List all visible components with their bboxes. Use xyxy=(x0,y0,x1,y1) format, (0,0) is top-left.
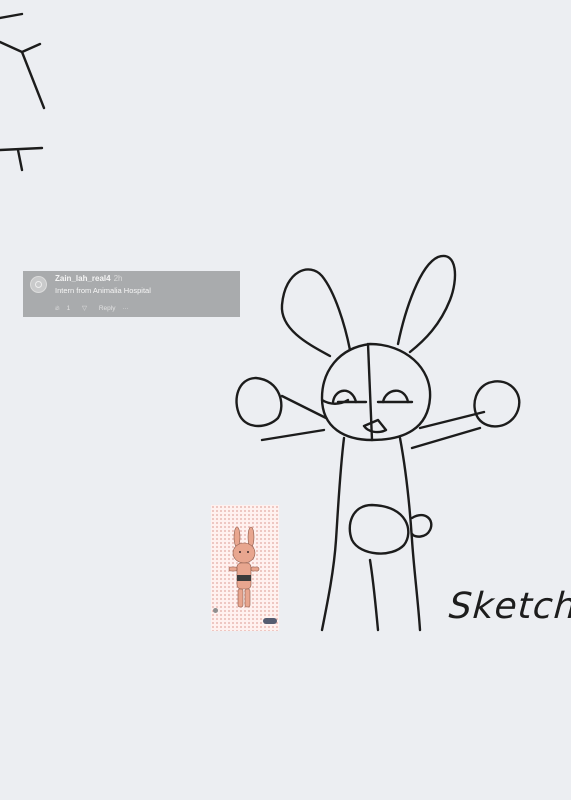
username-text: Zain_lah_real4 xyxy=(55,274,111,283)
thumbnail-avatar xyxy=(213,608,218,613)
sketch-label: Sketch xyxy=(447,586,571,627)
comment-timestamp: 2h xyxy=(113,274,123,283)
reference-thumbnail xyxy=(211,505,279,631)
comment-card: Zain_lah_real4 2h Intern from Animalia Ho… xyxy=(23,271,240,317)
comment-actions: 🔥︎ 1 ▽ Reply ··· xyxy=(55,304,134,313)
thumbs-down-icon: ▽ xyxy=(82,305,88,312)
avatar-icon[interactable] xyxy=(30,276,47,293)
like-button[interactable]: 🔥︎ 1 xyxy=(55,305,75,312)
bunny-figure-thumbnail xyxy=(228,526,260,608)
flame-icon: 🔥︎ xyxy=(55,305,60,312)
comment-username[interactable]: Zain_lah_real4 2h xyxy=(55,274,123,283)
dislike-button[interactable]: ▽ xyxy=(82,305,92,312)
thumbnail-button xyxy=(263,618,277,624)
reply-button[interactable]: Reply xyxy=(99,305,116,312)
more-options-button[interactable]: ··· xyxy=(122,305,129,312)
partial-sketch-top-left xyxy=(0,12,46,172)
like-count: 1 xyxy=(66,305,71,312)
comment-text: Intern from Animalia Hospital xyxy=(55,286,151,295)
sketch-canvas xyxy=(0,12,521,632)
